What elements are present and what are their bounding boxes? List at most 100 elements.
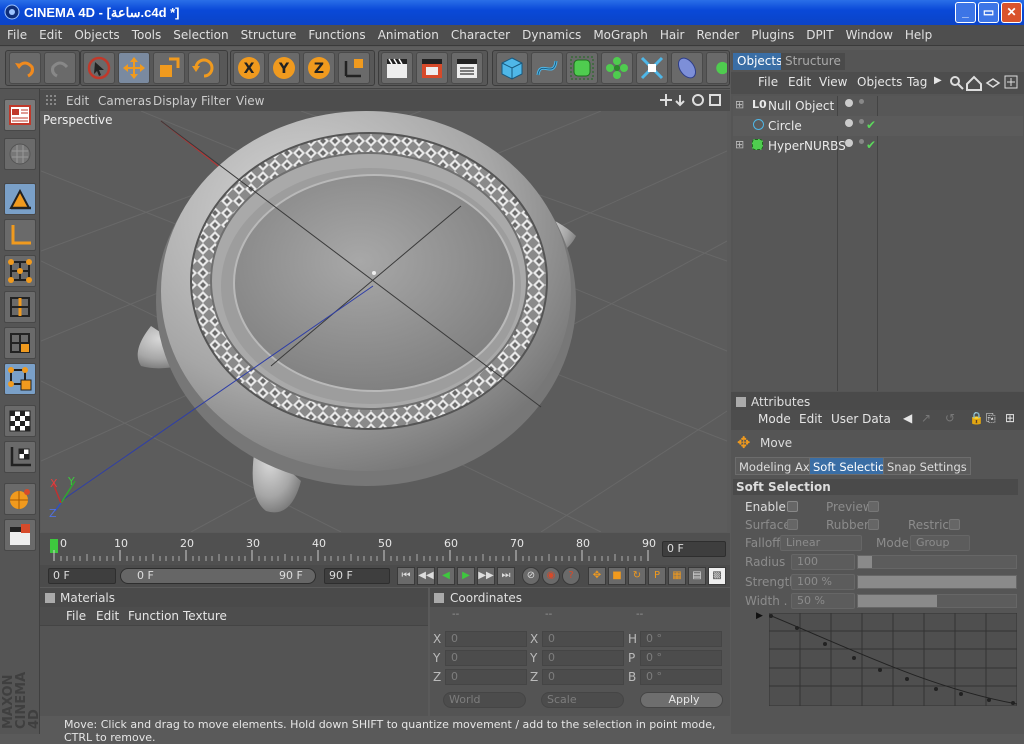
next-frame-button[interactable]: ▶▶: [477, 567, 495, 585]
rot-p-field[interactable]: 0 °: [640, 650, 722, 666]
radius-field[interactable]: 100: [791, 554, 855, 570]
viewport-menu-view[interactable]: View: [236, 94, 264, 108]
render-settings-button[interactable]: [451, 52, 483, 84]
history-icon[interactable]: ↺: [945, 411, 955, 425]
menu-objects[interactable]: Objects: [67, 25, 124, 42]
rot-b-field[interactable]: 0 °: [640, 669, 722, 685]
enabled-check[interactable]: ✔: [866, 138, 876, 152]
key-position-button[interactable]: ✥: [588, 567, 606, 585]
objects-menu-file[interactable]: File: [758, 75, 778, 89]
expand-icon[interactable]: ⊞: [735, 138, 744, 151]
tab-structure[interactable]: Structure: [781, 53, 845, 70]
preview-checkbox[interactable]: [868, 501, 879, 512]
menu-tools[interactable]: Tools: [125, 25, 167, 42]
play-reverse-button[interactable]: ◀: [437, 567, 455, 585]
menu-dpit[interactable]: DPIT: [799, 25, 838, 42]
menu-selection[interactable]: Selection: [166, 25, 233, 42]
move-tool-button[interactable]: [118, 52, 150, 84]
menu-window[interactable]: Window: [839, 25, 898, 42]
current-frame-field[interactable]: 0 F: [662, 541, 726, 557]
play-button[interactable]: ▶: [457, 567, 475, 585]
scale-tool-button[interactable]: [153, 52, 185, 84]
pos-y-field[interactable]: 0: [445, 650, 527, 666]
viewport-menu-edit[interactable]: Edit: [66, 94, 89, 108]
enable-checkbox[interactable]: [787, 501, 798, 512]
objects-menu-more-icon[interactable]: ▶: [934, 75, 942, 86]
new-panel-icon[interactable]: ⎘: [986, 411, 996, 426]
up-arrow-icon[interactable]: ↗: [921, 411, 931, 425]
radius-slider[interactable]: [857, 555, 1017, 569]
objects-search-home-icons[interactable]: [949, 75, 1021, 91]
visibility-dot[interactable]: [845, 99, 853, 107]
menu-functions[interactable]: Functions: [301, 25, 370, 42]
coordinate-system-button[interactable]: [338, 52, 370, 84]
tab-objects[interactable]: Objects: [733, 53, 787, 70]
goto-end-button[interactable]: ⏭: [497, 567, 515, 585]
3d-viewport[interactable]: Y X Z: [41, 111, 727, 532]
mode-dropdown[interactable]: Group: [910, 535, 970, 551]
panel-close-icon[interactable]: [434, 593, 444, 603]
objects-menu-objects[interactable]: Objects: [857, 75, 902, 89]
render-dot[interactable]: [859, 99, 864, 104]
tree-row-circle[interactable]: Circle ✔: [733, 116, 1023, 136]
falloff-curve-graph[interactable]: [769, 613, 1017, 706]
y-axis-lock-button[interactable]: Y: [268, 52, 300, 84]
strength-field[interactable]: 100 %: [791, 574, 855, 590]
key-parameter-button[interactable]: P: [648, 567, 666, 585]
width-slider[interactable]: [857, 594, 1017, 608]
key-settings-button[interactable]: ▧: [708, 567, 726, 585]
materials-menu-edit[interactable]: Edit: [96, 609, 119, 623]
rot-h-field[interactable]: 0 °: [640, 631, 722, 647]
back-arrow-icon[interactable]: ◀: [903, 411, 912, 425]
visibility-dot[interactable]: [845, 139, 853, 147]
visibility-dot[interactable]: [845, 119, 853, 127]
viewport-nav-icons[interactable]: [660, 93, 726, 107]
prev-frame-button[interactable]: ◀◀: [417, 567, 435, 585]
add-deformer-button[interactable]: [636, 52, 668, 84]
objects-menu-tag[interactable]: Tag: [907, 75, 927, 89]
z-axis-lock-button[interactable]: Z: [303, 52, 335, 84]
points-mode-button[interactable]: [4, 255, 36, 287]
tree-row-hypernurbs[interactable]: ⊞ HyperNURBS ✔: [733, 136, 1023, 156]
objects-menu-edit[interactable]: Edit: [788, 75, 811, 89]
menu-render[interactable]: Render: [689, 25, 744, 42]
restrict-checkbox[interactable]: [949, 519, 960, 530]
layout-button[interactable]: [4, 99, 36, 131]
tweak-mode-button[interactable]: [4, 405, 36, 437]
add-scene-button[interactable]: [671, 52, 703, 84]
sculpt-button[interactable]: [4, 483, 36, 515]
menu-file[interactable]: File: [0, 25, 32, 42]
enabled-check[interactable]: ✔: [866, 118, 876, 132]
key-scale-button[interactable]: ■: [608, 567, 626, 585]
size-z-field[interactable]: 0: [542, 669, 624, 685]
rubber-checkbox[interactable]: [868, 519, 879, 530]
menu-help[interactable]: Help: [898, 25, 937, 42]
menu-edit[interactable]: Edit: [32, 25, 67, 42]
add-array-button[interactable]: [601, 52, 633, 84]
world-dropdown[interactable]: World: [443, 692, 526, 708]
size-y-field[interactable]: 0: [542, 650, 624, 666]
end-frame-field[interactable]: 90 F: [324, 568, 390, 584]
menu-character[interactable]: Character: [444, 25, 515, 42]
minimize-button[interactable]: _: [955, 2, 976, 23]
key-rotation-button[interactable]: ↻: [628, 567, 646, 585]
attributes-menu-mode[interactable]: Mode: [758, 412, 791, 426]
render-view-button[interactable]: [381, 52, 413, 84]
render-region-button[interactable]: [4, 519, 36, 551]
add-nurbs-button[interactable]: [566, 52, 598, 84]
panel-close-icon[interactable]: [45, 593, 55, 603]
key-options-button[interactable]: ▤: [688, 567, 706, 585]
viewport-menu-filter[interactable]: Filter: [201, 94, 231, 108]
restore-button[interactable]: ▭: [978, 2, 999, 23]
attributes-menu-user-data[interactable]: User Data: [831, 412, 891, 426]
redo-button[interactable]: [44, 52, 76, 84]
record-keys-button[interactable]: ⊘: [522, 567, 540, 585]
menu-animation[interactable]: Animation: [371, 25, 444, 42]
render-dot[interactable]: [859, 139, 864, 144]
falloff-dropdown[interactable]: Linear: [780, 535, 862, 551]
close-button[interactable]: ✕: [1001, 2, 1022, 23]
objects-menu-view[interactable]: View: [819, 75, 847, 89]
frame-range-slider[interactable]: 0 F 90 F: [120, 568, 316, 584]
materials-menu-function[interactable]: Function: [128, 609, 179, 623]
tree-row-null-object[interactable]: ⊞ L0 Null Object: [733, 96, 1023, 116]
